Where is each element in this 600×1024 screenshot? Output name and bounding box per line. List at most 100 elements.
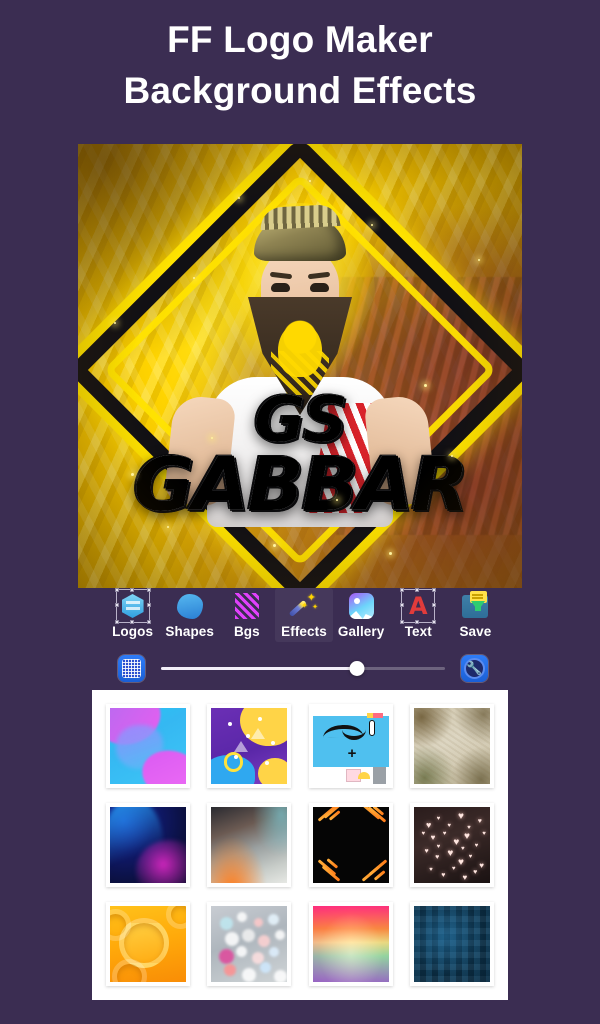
thumb-detail — [253, 918, 263, 928]
thumbnail-image — [110, 708, 187, 784]
toolbar-label-shapes: Shapes — [165, 624, 215, 639]
thumb-detail — [241, 928, 255, 942]
thumbnail-image: ♥ ♥ ♥ ♥ ♥ ♥ ♥ ♥ ♥ ♥ ♥ ♥ ♥ ♥ ♥ ♥ ♥ ♥ ♥ ♥ ♥ ♥ ♥ ♥ ♥ ♥ — [413, 807, 490, 883]
thumbnail-image — [110, 807, 187, 883]
background-thumbnail-bokeh-hearts[interactable]: ♥ ♥ ♥ ♥ ♥ ♥ ♥ ♥ ♥ ♥ ♥ ♥ ♥ ♥ ♥ ♥ ♥ ♥ ♥ ♥ ♥ ♥ ♥ ♥ ♥ ♥ — [409, 803, 494, 887]
thumb-detail — [234, 741, 249, 753]
thumb-detail: ♥ — [442, 830, 447, 837]
page-title: FF Logo Maker Background Effects — [0, 14, 600, 116]
thumb-detail — [225, 931, 240, 946]
grid-cell — [99, 698, 197, 794]
thumb-detail: ♥ — [457, 811, 464, 823]
letter-a-icon: A — [400, 588, 437, 624]
thumb-detail: ♥ — [451, 865, 456, 872]
toolbar-label-bgs: Bgs — [233, 624, 260, 639]
background-thumbnail-memphis-purple-yellow[interactable] — [207, 704, 292, 788]
thumbnail-image — [413, 906, 490, 982]
editor-toolbar: Logos Shapes Bgs ✦ ✦ ✦ Effects Gallery A… — [104, 588, 504, 642]
thumb-detail — [367, 712, 374, 718]
toolbar-label-gallery: Gallery — [337, 624, 385, 639]
logo-preview-canvas[interactable]: GS GABBAR — [78, 144, 522, 588]
toolbar-item-gallery[interactable]: Gallery — [333, 588, 390, 642]
grid-cell — [403, 698, 501, 794]
thumb-detail — [372, 767, 386, 784]
thumb-detail — [275, 930, 286, 941]
thumbnail-image — [110, 906, 187, 982]
toolbar-item-text[interactable]: A Text — [390, 588, 447, 642]
thumb-detail: ♥ — [464, 830, 470, 842]
thumb-detail: ♥ — [468, 853, 473, 860]
grid-cell: + — [302, 698, 400, 794]
blob-shape-icon — [175, 591, 205, 621]
pattern-swatch-icon[interactable] — [118, 654, 145, 682]
thumb-detail — [341, 729, 366, 740]
thumb-detail — [223, 963, 236, 976]
background-thumbnail-dark-teal-mosaic[interactable] — [409, 902, 494, 986]
effect-intensity-slider[interactable] — [161, 658, 445, 678]
thumb-detail: ♥ — [421, 830, 426, 837]
page-title-line-1: FF Logo Maker — [167, 19, 433, 60]
save-folder-icon — [460, 591, 490, 621]
thumb-detail — [220, 916, 234, 930]
preview-vignette — [78, 144, 522, 588]
background-thumbnail-beige-grunge-paper[interactable] — [409, 704, 494, 788]
thumb-detail — [273, 969, 287, 982]
grid-cell — [99, 896, 197, 992]
thumbnail-image — [211, 807, 288, 883]
background-thumbnail-rainbow-gradient[interactable] — [308, 902, 393, 986]
toolbar-item-bgs[interactable]: Bgs — [218, 588, 275, 642]
background-thumbnail-fluid-cyan-pink-gradient[interactable] — [106, 704, 191, 788]
thumb-detail: ♥ — [462, 872, 468, 882]
thumb-detail — [260, 962, 271, 974]
magic-wand-icon: ✦ ✦ ✦ — [288, 591, 319, 621]
background-thumbnail-black-orange-corner-rays[interactable] — [308, 803, 393, 887]
toolbar-item-effects[interactable]: ✦ ✦ ✦ Effects — [275, 588, 333, 642]
thumb-detail — [368, 720, 375, 737]
toolbar-label-effects: Effects — [281, 624, 327, 639]
thumb-detail: ♥ — [453, 836, 460, 848]
thumbnail-image — [413, 708, 490, 784]
thumb-detail: ♥ — [474, 842, 479, 849]
grid-cell — [302, 896, 400, 992]
thumb-detail: ♥ — [426, 819, 432, 830]
app-root: FF Logo Maker Background Effects Logos S… — [0, 0, 600, 1024]
background-thumbnail-navy-blue-magenta-curve[interactable] — [106, 803, 191, 887]
toolbar-item-save[interactable]: Save — [447, 588, 504, 642]
thumb-detail — [237, 912, 248, 923]
photo-icon — [346, 591, 376, 621]
thumb-detail: ♥ — [460, 846, 465, 852]
background-thumbnail-grid: + ♥ ♥ ♥ ♥ ♥ ♥ ♥ ♥ ♥ ♥ ♥ ♥ ♥ ♥ ♥ ♥ ♥ ♥ ♥ ♥ ♥ ♥ ♥ ♥ ♥ ♥ — [92, 690, 508, 1000]
thumb-detail — [228, 721, 233, 726]
thumb-detail: ♥ — [447, 823, 451, 830]
toolbar-label-save: Save — [459, 624, 492, 639]
thumb-detail: ♥ — [479, 860, 484, 870]
grid-cell — [200, 896, 298, 992]
grid-cell — [99, 797, 197, 893]
thumb-detail: ♥ — [447, 847, 454, 859]
grid-cell — [200, 698, 298, 794]
thumb-detail — [250, 727, 265, 739]
slider-fill — [161, 667, 357, 670]
thumb-detail — [269, 947, 280, 958]
thumbnail-image: + — [312, 708, 389, 784]
thumb-detail: ♥ — [441, 872, 446, 880]
toolbar-label-text: Text — [404, 624, 432, 639]
thumb-detail — [241, 968, 256, 982]
thumb-detail: ♥ — [435, 854, 440, 862]
background-thumbnail-orange-paper-circles[interactable] — [106, 902, 191, 986]
page-title-line-2: Background Effects — [123, 70, 477, 111]
thumb-detail — [218, 948, 234, 964]
background-thumbnail-orange-teal-smoke[interactable] — [207, 803, 292, 887]
thumb-detail: ♥ — [436, 844, 441, 851]
toolbar-item-shapes[interactable]: Shapes — [161, 588, 218, 642]
thumb-detail — [235, 945, 247, 957]
thumb-detail — [374, 869, 386, 881]
slider-thumb[interactable] — [349, 661, 365, 676]
thumb-detail — [116, 724, 164, 769]
thumb-detail: ♥ — [477, 817, 482, 825]
toolbar-item-logos[interactable]: Logos — [104, 588, 161, 642]
background-thumbnail-gray-colored-bokeh[interactable] — [207, 902, 292, 986]
background-thumbnail-flat-blue-doodle[interactable]: + — [308, 704, 393, 788]
thumb-detail — [258, 934, 271, 947]
settings-wrench-icon[interactable]: 🔧 — [461, 654, 488, 682]
